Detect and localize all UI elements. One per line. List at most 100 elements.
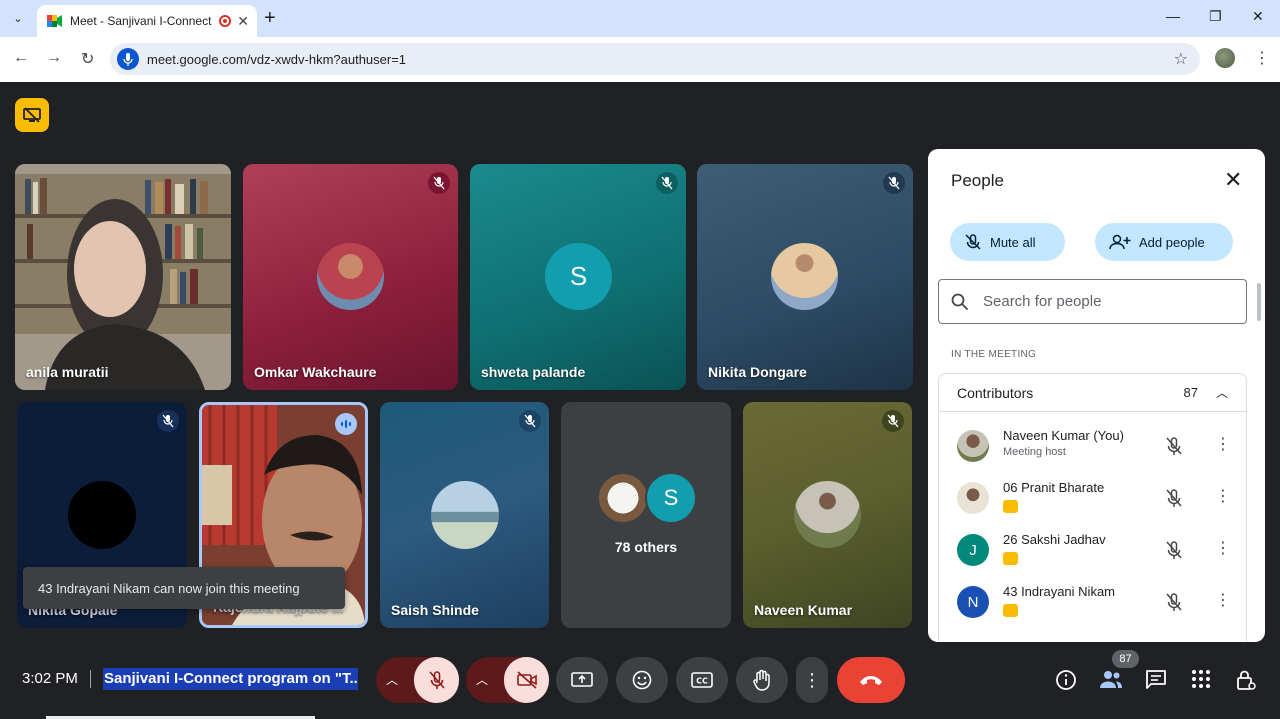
video-tile[interactable]: S shweta palande (470, 164, 686, 390)
participant-initial-avatar: N (957, 586, 989, 618)
video-tile[interactable]: Naveen Kumar (743, 402, 912, 628)
search-people-input[interactable]: Search for people (938, 279, 1247, 324)
captions-icon: CC (691, 672, 713, 688)
recording-icon (219, 15, 232, 27)
reactions-button[interactable] (616, 657, 668, 703)
meeting-details-icon[interactable] (1055, 669, 1077, 691)
leave-call-button[interactable] (837, 657, 905, 703)
presenting-icon (1003, 500, 1018, 513)
address-bar[interactable]: meet.google.com/vdz-xwdv-hkm?authuser=1 … (110, 43, 1200, 75)
mic-off-icon[interactable] (1165, 592, 1183, 612)
mic-off-icon (882, 410, 904, 432)
minimize-button[interactable]: — (1166, 8, 1180, 24)
tab-close-icon[interactable]: ✕ (237, 13, 249, 30)
chevron-up-icon[interactable]: ︿ (1216, 384, 1228, 401)
participant-avatar (794, 481, 861, 548)
participant-name: anila muratii (26, 364, 109, 380)
search-placeholder: Search for people (983, 293, 1102, 310)
more-options-icon[interactable]: ⋮ (1215, 434, 1231, 454)
hand-icon (753, 669, 770, 691)
people-panel: People ✕ Mute all Add people Search for … (928, 149, 1265, 642)
mic-off-icon (428, 172, 450, 194)
panel-title: People (951, 171, 1004, 190)
maximize-button[interactable]: ❐ (1209, 8, 1222, 25)
raise-hand-button[interactable] (736, 657, 788, 703)
mic-off-icon[interactable] (1165, 436, 1183, 456)
camera-toggle-button[interactable] (504, 657, 549, 703)
others-tile[interactable]: S 78 others (561, 402, 731, 628)
participant-row[interactable]: J 26 Sakshi Jadhav ⋮ (939, 524, 1246, 576)
present-screen-icon (571, 672, 593, 687)
back-icon[interactable]: ← (13, 49, 29, 67)
mic-toggle-button[interactable] (414, 657, 459, 703)
video-tile[interactable]: Nikita Dongare (697, 164, 913, 390)
more-options-icon[interactable]: ⋮ (1215, 590, 1231, 610)
participant-row[interactable]: Naveen Kumar (You) Meeting host ⋮ (939, 420, 1246, 472)
microphone-control[interactable]: ︿ (376, 657, 459, 703)
tab-meet[interactable]: Meet - Sanjivani I-Connect | ✕ (37, 5, 257, 37)
mic-off-icon[interactable] (1165, 488, 1183, 508)
new-tab-button[interactable]: + (264, 8, 276, 28)
mic-permission-icon[interactable] (117, 48, 139, 70)
presenting-icon (1003, 552, 1018, 565)
participant-avatar (957, 482, 989, 514)
present-screen-button[interactable] (556, 657, 608, 703)
participant-row[interactable]: N 43 Indrayani Nikam ⋮ (939, 576, 1246, 628)
participant-name: shweta palande (481, 364, 586, 380)
mic-off-icon (965, 234, 981, 250)
add-people-button[interactable]: Add people (1095, 223, 1233, 261)
camera-control[interactable]: ︿ (466, 657, 549, 703)
reload-icon[interactable]: ↻ (81, 49, 94, 69)
chevron-up-icon[interactable]: ︿ (476, 671, 488, 688)
contributors-count: 87 (1183, 385, 1198, 400)
panel-scrollbar[interactable] (1257, 283, 1261, 321)
more-options-button[interactable]: ⋮ (796, 657, 828, 703)
add-people-label: Add people (1139, 234, 1205, 250)
forward-icon[interactable]: → (46, 49, 62, 67)
more-options-icon[interactable]: ⋮ (1215, 486, 1231, 506)
people-icon[interactable] (1099, 669, 1123, 689)
participant-row[interactable]: 06 Pranit Bharate ⋮ (939, 472, 1246, 524)
participant-initial-avatar: S (645, 472, 697, 524)
participant-name: Naveen Kumar (You) (1003, 428, 1124, 443)
mic-off-icon (157, 410, 179, 432)
chat-icon[interactable] (1145, 669, 1167, 691)
url-text: meet.google.com/vdz-xwdv-hkm?authuser=1 (147, 51, 407, 67)
participant-initial-avatar: S (545, 243, 612, 310)
meeting-title[interactable]: Sanjivani I-Connect program on "T... (103, 668, 358, 690)
close-panel-icon[interactable]: ✕ (1224, 169, 1242, 191)
contributors-header[interactable]: Contributors 87 ︿ (939, 374, 1246, 412)
mic-off-icon[interactable] (1165, 540, 1183, 560)
end-call-icon (860, 676, 882, 685)
presenting-badge-icon[interactable] (15, 98, 49, 132)
browser-menu-icon[interactable]: ⋮ (1254, 48, 1270, 68)
clock-time: 3:02 PM (22, 670, 78, 687)
others-count-label: 78 others (614, 539, 678, 555)
tab-search-button[interactable]: ⌄ (7, 7, 29, 29)
participant-name: Naveen Kumar (754, 602, 853, 618)
captions-button[interactable]: CC (676, 657, 728, 703)
participant-avatar (957, 430, 989, 462)
video-tile[interactable]: Omkar Wakchaure (243, 164, 458, 390)
mic-off-icon (519, 410, 541, 432)
window-close-button[interactable]: ✕ (1252, 8, 1264, 25)
speaking-indicator-icon (335, 413, 357, 435)
participant-name: Saish Shinde (391, 602, 479, 618)
activities-grid-icon[interactable] (1191, 669, 1211, 689)
profile-avatar[interactable] (1215, 48, 1235, 68)
more-vert-icon: ⋮ (803, 669, 821, 690)
more-options-icon[interactable]: ⋮ (1215, 538, 1231, 558)
browser-toolbar: ← → ↻ meet.google.com/vdz-xwdv-hkm?authu… (0, 37, 1280, 82)
emoji-icon (632, 670, 652, 690)
mute-all-button[interactable]: Mute all (950, 223, 1065, 261)
bookmark-star-icon[interactable]: ☆ (1174, 49, 1188, 69)
host-controls-icon[interactable] (1236, 669, 1256, 691)
video-tile[interactable]: Saish Shinde (380, 402, 549, 628)
participant-name: 06 Pranit Bharate (1003, 480, 1105, 495)
video-tile[interactable]: anila muratii (15, 164, 231, 390)
svg-text:CC: CC (696, 677, 708, 686)
chevron-up-icon[interactable]: ︿ (386, 671, 398, 688)
participant-role: Meeting host (1003, 446, 1066, 458)
divider (90, 670, 91, 688)
participant-name: Nikita Dongare (708, 364, 807, 380)
